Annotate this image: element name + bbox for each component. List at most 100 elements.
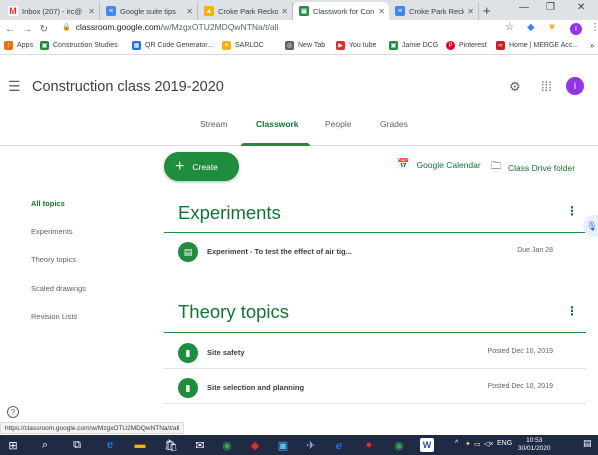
class-drive-folder-link[interactable]: 🗀 Class Drive folder [491, 159, 575, 176]
menu-dots-icon[interactable]: ⋮ [590, 22, 598, 33]
youtube-icon: ▶ [336, 41, 345, 50]
store-icon[interactable]: 🛍 [164, 438, 178, 452]
url-host: classroom.google.com [75, 22, 161, 32]
mail-icon[interactable]: ✉ [193, 438, 207, 452]
topic-title[interactable]: Theory topics [178, 301, 289, 323]
minimize-icon[interactable]: — [519, 2, 529, 13]
sidebar-item-all-topics[interactable]: All topics [31, 199, 65, 208]
bookmark-new-tab[interactable]: ◎ New Tab [285, 41, 325, 50]
bookmark-pinterest[interactable]: P Pinterest [446, 41, 487, 50]
chrome-icon[interactable]: ◉ [220, 438, 234, 452]
item-title: Experiment - To test the effect of air t… [207, 247, 352, 256]
search-icon[interactable]: ⌕ [38, 438, 52, 452]
classwork-item[interactable]: ▤ Experiment - To test the effect of air… [164, 239, 586, 271]
internet-explorer-icon[interactable]: ℯ [332, 438, 346, 452]
create-button[interactable]: + Create [164, 152, 239, 181]
browser-tab-croke-park-2[interactable]: ≡ Croke Park Reckon ✕ [389, 2, 479, 20]
address-bar[interactable]: 🔒 classroom.google.com /w/MzgxOTU2MDQwNT… [62, 22, 278, 32]
sidebar-item-revision-lists[interactable]: Revision Lists [31, 312, 77, 321]
app-icon[interactable]: ● [362, 438, 376, 452]
tab-stream[interactable]: Stream [200, 119, 227, 129]
close-tab-icon[interactable]: ✕ [467, 7, 474, 16]
browser-profile-avatar[interactable]: I [570, 23, 582, 35]
word-icon[interactable]: W [420, 438, 434, 452]
sarloc-icon: ✦ [222, 41, 231, 50]
volume-icon[interactable]: ◁× [484, 440, 493, 448]
bookmark-apps[interactable]: ⁞ Apps [4, 41, 33, 50]
tray-chevron-icon[interactable]: ^ [455, 440, 458, 447]
tray-app-icon[interactable]: ✦ [465, 440, 471, 448]
gear-icon[interactable]: ⚙ [509, 79, 521, 95]
close-tab-icon[interactable]: ✕ [186, 7, 193, 16]
extension-icon[interactable]: ◆ [527, 22, 535, 33]
url-path: /w/MzgxOTU2MDQwNTNa/t/all [160, 22, 279, 32]
file-explorer-icon[interactable]: ▬ [133, 438, 147, 452]
tab-people[interactable]: People [325, 119, 351, 129]
browser-tab-gmail[interactable]: M Inbox (207) - irc@ ✕ [2, 2, 100, 20]
topic-title[interactable]: Experiments [178, 202, 281, 224]
classroom-icon: ▣ [389, 41, 398, 50]
avatar[interactable]: I [566, 77, 584, 95]
classroom-header: ☰ Construction class 2019-2020 ⚙ ⁞⁞⁞ I S… [0, 55, 598, 146]
bookmark-sarloc[interactable]: ✦ SARLOC [222, 41, 264, 50]
item-posted: Posted Dec 10, 2019 [487, 348, 553, 355]
windows-start-icon[interactable]: ⊞ [6, 438, 20, 452]
tab-classwork[interactable]: Classwork [256, 119, 299, 129]
notifications-icon[interactable]: ▤ [583, 438, 592, 449]
browser-tab-classwork[interactable]: ▣ Classwork for Con ✕ [293, 2, 389, 20]
extension-icon[interactable]: ♥ [549, 22, 555, 33]
taskbar-clock[interactable]: 10:53 30/01/2020 [518, 437, 551, 453]
back-icon[interactable]: ← [3, 24, 17, 35]
item-title: Site safety [207, 348, 245, 357]
bookmark-construction-studies[interactable]: ▣ Construction Studies [40, 41, 118, 50]
task-view-icon[interactable]: ⧉ [70, 438, 84, 452]
help-icon[interactable]: ? [7, 406, 19, 418]
windows-taskbar: ⊞ ⌕ ⧉ e ▬ 🛍 ✉ ◉ ◆ ▣ ✈ ℯ ● ◉ W ^ ✦ ▭ ◁× E… [0, 435, 598, 455]
app-icon[interactable]: ◆ [248, 438, 262, 452]
item-due: Due Jan 28 [517, 247, 553, 254]
assistant-mic-icon[interactable]: 🎙 [583, 215, 598, 237]
app-icon[interactable]: ▣ [276, 438, 290, 452]
chrome-icon[interactable]: ◉ [392, 438, 406, 452]
reload-icon[interactable]: ↻ [37, 24, 51, 35]
more-options-icon[interactable]: ⋮ [566, 304, 578, 318]
apps-grid-icon[interactable]: ⁞⁞⁞ [541, 79, 552, 94]
sidebar-item-scaled-drawings[interactable]: Scaled drawings [31, 284, 86, 293]
gmail-icon: M [8, 6, 18, 16]
sidebar-item-experiments[interactable]: Experiments [31, 227, 73, 236]
bookmark-merge[interactable]: ∞ Home | MERGE Acc... [496, 41, 578, 50]
network-icon[interactable]: ▭ [474, 440, 481, 448]
star-icon[interactable]: ☆ [505, 22, 514, 33]
new-tab-button[interactable]: + [483, 3, 491, 18]
close-tab-icon[interactable]: ✕ [378, 7, 385, 16]
browser-toolbar: ← → ↻ 🔒 classroom.google.com /w/MzgxOTU2… [0, 20, 598, 38]
drive-icon: ▲ [204, 6, 214, 16]
globe-icon: ◎ [285, 41, 294, 50]
maximize-icon[interactable]: ❐ [546, 2, 555, 13]
bookmark-qr-code[interactable]: ▦ QR Code Generator... [132, 41, 213, 50]
sidebar-item-theory-topics[interactable]: Theory topics [31, 255, 76, 264]
bookmark-jamie-dcg[interactable]: ▣ Jamie DCG [389, 41, 438, 50]
merge-icon: ∞ [496, 41, 505, 50]
close-tab-icon[interactable]: ✕ [88, 7, 95, 16]
material-icon: ▮ [178, 343, 198, 363]
classroom-icon: ▣ [299, 6, 309, 16]
browser-tab-google-suite[interactable]: ≡ Google suite tips ✕ [100, 2, 198, 20]
close-window-icon[interactable]: ✕ [577, 2, 585, 13]
browser-tab-croke-park-1[interactable]: ▲ Croke Park Reckon ✕ [198, 2, 293, 20]
app-icon[interactable]: ✈ [304, 438, 318, 452]
more-bookmarks-icon[interactable]: » [590, 41, 594, 50]
close-tab-icon[interactable]: ✕ [281, 7, 288, 16]
language-indicator[interactable]: ENG [497, 440, 512, 447]
forward-icon[interactable]: → [20, 24, 34, 35]
tab-grades[interactable]: Grades [380, 119, 408, 129]
edge-icon[interactable]: e [103, 438, 117, 452]
class-title[interactable]: Construction class 2019-2020 [32, 79, 224, 95]
bookmark-youtube[interactable]: ▶ You tube [336, 41, 376, 50]
google-calendar-link[interactable]: 📅 Google Calendar [397, 159, 481, 170]
status-url-bar: https://classroom.google.com/w/MzgxOTU2M… [0, 422, 185, 434]
topic-divider [164, 232, 586, 233]
active-tab-indicator [241, 143, 310, 146]
more-options-icon[interactable]: ⋮ [566, 204, 578, 218]
hamburger-menu-icon[interactable]: ☰ [8, 78, 21, 95]
